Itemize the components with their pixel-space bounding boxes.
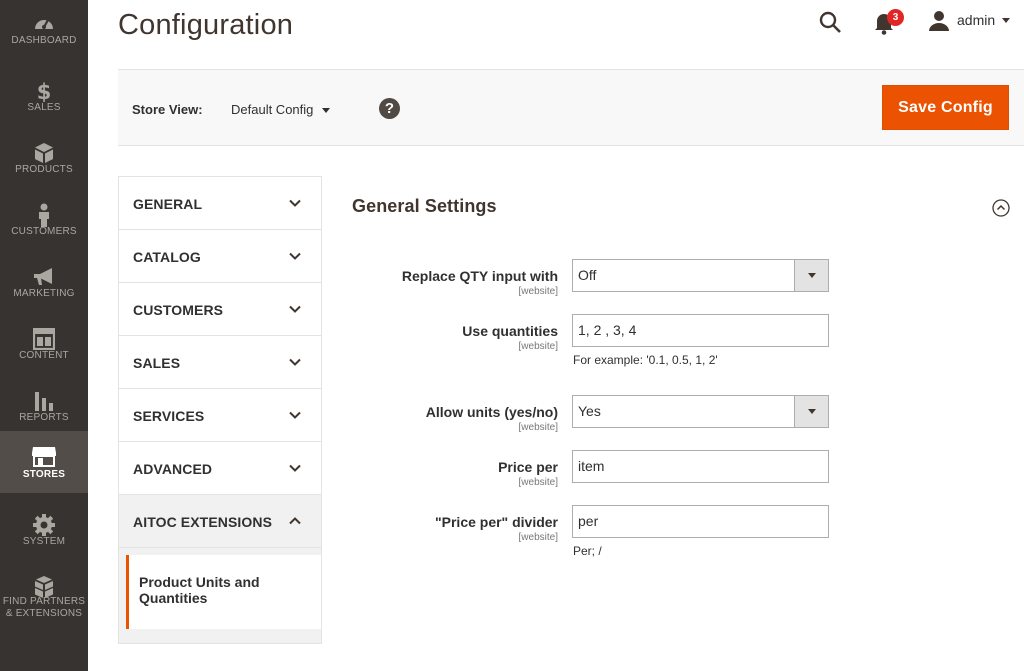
tab-label: ADVANCED [133,461,213,477]
price-per-divider-input[interactable]: per [572,505,829,538]
store-view-switcher[interactable]: Default Config [231,102,313,117]
replace-qty-select[interactable]: Off [572,259,829,292]
nav-item-label: SALES [27,102,61,113]
field-scope: [website] [518,477,558,488]
help-icon[interactable]: ? [379,98,400,119]
tab-general[interactable]: GENERAL [119,177,321,230]
nav-item-marketing[interactable]: MARKETING [0,252,88,314]
chevron-down-icon [288,408,302,422]
allow-units-select[interactable]: Yes [572,395,829,428]
chevron-down-icon [288,249,302,263]
admin-sidebar: DASHBOARD $ SALES PRODUCTS CUSTOMERS MAR… [0,0,88,671]
store-icon [0,445,88,467]
nav-item-system[interactable]: SYSTEM [0,500,88,562]
nav-item-label: STORES [22,469,66,480]
nav-item-stores[interactable]: STORES [0,431,88,493]
tab-catalog[interactable]: CATALOG [119,230,321,283]
tab-label: SERVICES [133,408,205,424]
tab-advanced[interactable]: ADVANCED [119,442,321,495]
tab-label: CUSTOMERS [133,302,224,318]
field-scope: [website] [518,422,558,433]
nav-item-label: CUSTOMERS [11,226,77,237]
nav-item-reports[interactable]: REPORTS [0,376,88,438]
field-label: Replace QTY input with [401,268,558,284]
notification-badge[interactable]: 3 [887,9,904,26]
bar-chart-icon [0,390,88,412]
dollar-icon: $ [0,80,88,102]
gear-icon [0,514,88,536]
nav-item-label: PRODUCTS [15,164,73,175]
tab-label: SALES [133,355,181,371]
collapse-icon[interactable] [992,199,1010,217]
use-quantities-input[interactable]: 1, 2 , 3, 4 [572,314,829,347]
tab-label: AITOC EXTENSIONS [133,514,273,530]
page-title: Configuration [118,9,294,41]
megaphone-icon [0,266,88,288]
field-note: For example: '0.1, 0.5, 1, 2' [573,353,718,367]
nav-item-find-partners[interactable]: FIND PARTNERS & EXTENSIONS [0,562,88,632]
nav-item-label: MARKETING [13,288,75,299]
dropdown-arrow-icon [794,260,828,291]
chevron-down-icon [288,196,302,210]
chevron-down-icon [288,355,302,369]
tab-label: GENERAL [133,196,203,212]
cube-icon [0,142,88,164]
nav-item-customers[interactable]: CUSTOMERS [0,190,88,252]
user-icon[interactable] [928,10,950,32]
field-label: "Price per" divider [435,514,558,530]
person-icon [0,203,88,227]
nav-item-label: FIND PARTNERS & EXTENSIONS [2,596,86,619]
store-view-bar: Store View: Default Config ? Save Config [118,69,1024,146]
boxes-icon [0,576,88,598]
section-title: General Settings [352,196,497,216]
field-label: Allow units (yes/no) [425,404,558,420]
tab-label: CATALOG [133,249,201,265]
caret-down-icon[interactable] [1002,18,1010,23]
config-tabs: GENERAL CATALOG CUSTOMERS SALES SERVICES… [118,176,322,644]
dropdown-arrow-icon [794,396,828,427]
field-label: Price per [498,459,558,475]
store-view-label: Store View: [132,102,203,117]
nav-item-sales[interactable]: $ SALES [0,66,88,128]
nav-item-label: REPORTS [19,412,69,423]
tab-sales[interactable]: SALES [119,336,321,389]
tab-item-label: Product Units and Quantities [139,574,260,606]
caret-down-icon[interactable] [322,108,330,113]
field-label: Use quantities [462,323,558,339]
tab-aitoc-extensions[interactable]: AITOC EXTENSIONS [119,495,321,548]
nav-item-label: CONTENT [19,350,69,361]
chevron-down-icon [288,461,302,475]
chevron-down-icon [288,302,302,316]
field-scope: [website] [518,286,558,297]
tab-services[interactable]: SERVICES [119,389,321,442]
nav-item-products[interactable]: PRODUCTS [0,128,88,190]
tab-customers[interactable]: CUSTOMERS [119,283,321,336]
dashboard-icon [0,12,88,34]
layout-icon [0,328,88,350]
nav-item-label: SYSTEM [22,536,66,547]
search-icon[interactable] [818,10,842,34]
tab-submenu: Product Units and Quantities [119,548,321,643]
save-config-button[interactable]: Save Config [882,85,1009,130]
field-note: Per; / [573,544,602,558]
select-value: Off [578,267,597,283]
field-scope: [website] [518,341,558,352]
tab-item-product-units-quantities[interactable]: Product Units and Quantities [126,555,321,629]
svg-text:$: $ [37,80,52,102]
nav-item-label: DASHBOARD [11,35,77,46]
nav-item-content[interactable]: CONTENT [0,314,88,376]
select-value: Yes [578,403,601,419]
price-per-input[interactable]: item [572,450,829,483]
field-scope: [website] [518,532,558,543]
chevron-up-icon [288,514,302,528]
user-menu[interactable]: admin [957,12,995,28]
nav-item-dashboard[interactable]: DASHBOARD [0,0,88,62]
